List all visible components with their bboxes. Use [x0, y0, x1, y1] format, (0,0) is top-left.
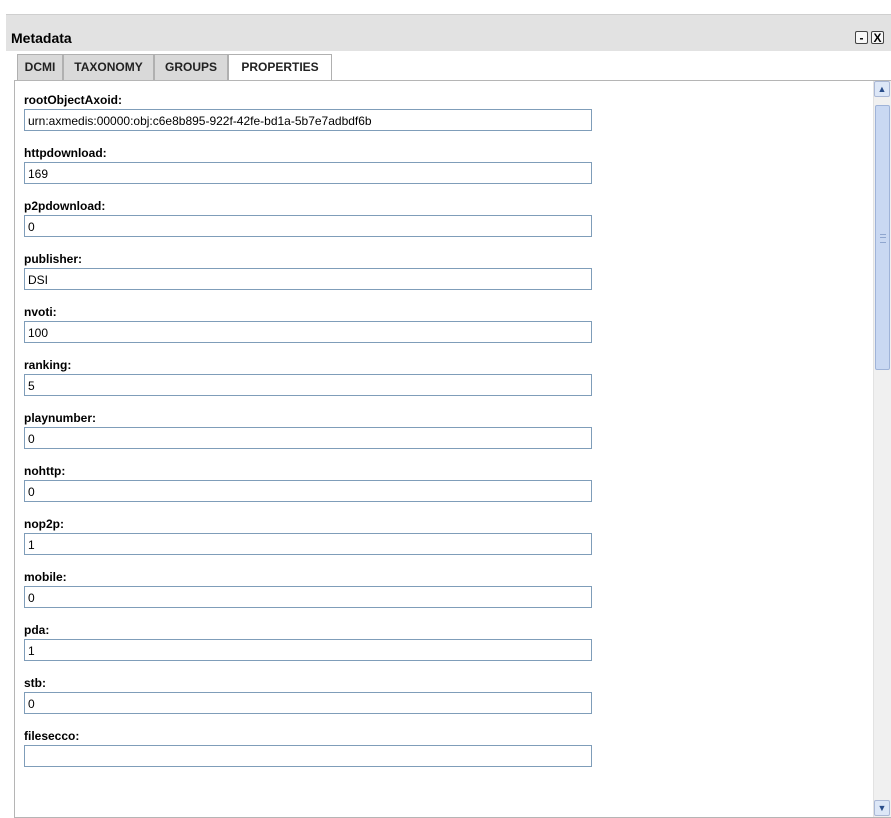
scroll-up-arrow-icon: ▲ — [877, 84, 887, 94]
field-label: nvoti: — [24, 305, 57, 319]
vertical-scrollbar[interactable]: ▲ ▼ — [873, 81, 891, 817]
nohttp-input[interactable] — [24, 480, 592, 502]
tab-dcmi[interactable]: DCMI — [17, 54, 63, 80]
field-nop2p: nop2p: — [22, 516, 602, 566]
field-label: mobile: — [24, 570, 67, 584]
field-label: rootObjectAxoid: — [24, 93, 122, 107]
field-label: publisher: — [24, 252, 83, 266]
field-nohttp: nohttp: — [22, 463, 602, 513]
field-publisher: publisher: — [22, 251, 602, 301]
metadata-panel: Metadata - X DCMI TAXONOMY GROUPS PROPER… — [6, 14, 891, 818]
scroll-down-button[interactable]: ▼ — [874, 800, 890, 816]
field-rootobjectaxoid: rootObjectAxoid: — [22, 92, 602, 142]
filesecco-input[interactable] — [24, 745, 592, 767]
field-label: p2pdownload: — [24, 199, 106, 213]
field-p2pdownload: p2pdownload: — [22, 198, 602, 248]
rootobjectaxoid-input[interactable] — [24, 109, 592, 131]
field-httpdownload: httpdownload: — [22, 145, 602, 195]
close-button[interactable]: X — [871, 31, 884, 44]
field-label: stb: — [24, 676, 46, 690]
field-label: httpdownload: — [24, 146, 107, 160]
field-label: nohttp: — [24, 464, 66, 478]
field-label: filesecco: — [24, 729, 80, 743]
field-label: ranking: — [24, 358, 72, 372]
field-playnumber: playnumber: — [22, 410, 602, 460]
field-filesecco: filesecco: — [22, 728, 602, 778]
publisher-input[interactable] — [24, 268, 592, 290]
field-label: playnumber: — [24, 411, 97, 425]
tab-taxonomy[interactable]: TAXONOMY — [63, 54, 154, 80]
grip-icon — [880, 234, 886, 243]
nop2p-input[interactable] — [24, 533, 592, 555]
mobile-input[interactable] — [24, 586, 592, 608]
playnumber-input[interactable] — [24, 427, 592, 449]
field-label: pda: — [24, 623, 50, 637]
field-mobile: mobile: — [22, 569, 602, 619]
tab-groups[interactable]: GROUPS — [154, 54, 228, 80]
scroll-down-arrow-icon: ▼ — [877, 803, 887, 813]
ranking-input[interactable] — [24, 374, 592, 396]
title-bar: Metadata - X — [6, 14, 891, 51]
field-nvoti: nvoti: — [22, 304, 602, 354]
nvoti-input[interactable] — [24, 321, 592, 343]
p2pdownload-input[interactable] — [24, 215, 592, 237]
field-pda: pda: — [22, 622, 602, 672]
stb-input[interactable] — [24, 692, 592, 714]
field-ranking: ranking: — [22, 357, 602, 407]
httpdownload-input[interactable] — [24, 162, 592, 184]
tab-properties[interactable]: PROPERTIES — [228, 54, 332, 82]
properties-content: rootObjectAxoid: httpdownload: p2pdownlo… — [14, 80, 891, 818]
pda-input[interactable] — [24, 639, 592, 661]
minimize-button[interactable]: - — [855, 31, 868, 44]
scroll-up-button[interactable]: ▲ — [874, 81, 890, 97]
scrollbar-thumb[interactable] — [875, 105, 890, 370]
panel-title: Metadata — [11, 30, 72, 46]
field-stb: stb: — [22, 675, 602, 725]
field-label: nop2p: — [24, 517, 64, 531]
